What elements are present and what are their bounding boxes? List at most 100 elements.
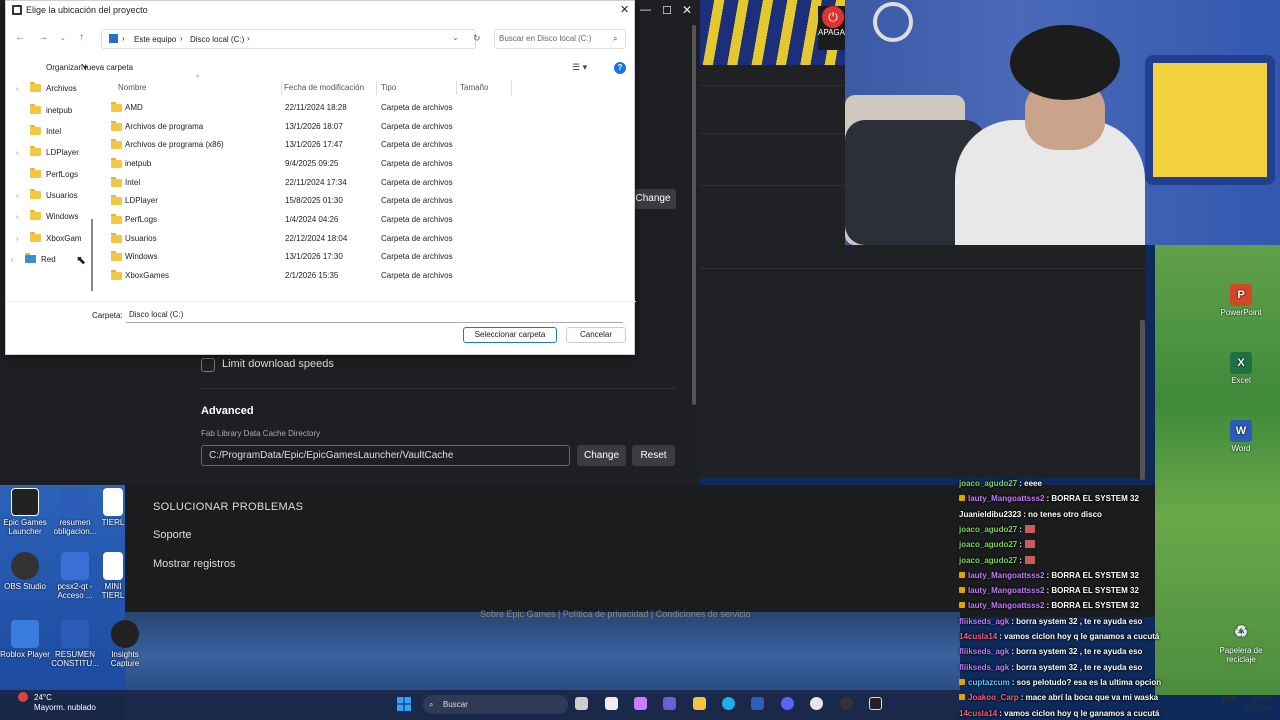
- weather-widget[interactable]: 24°C Mayorm. nublado: [18, 693, 96, 713]
- desktop-icon-obs[interactable]: OBS Studio: [0, 552, 50, 591]
- column-header-date[interactable]: Fecha de modificación: [284, 83, 364, 92]
- maximize-icon[interactable]: ☐: [662, 4, 672, 17]
- cancel-button[interactable]: Cancelar: [566, 327, 626, 343]
- file-row[interactable]: AMD 22/11/2024 18:28 Carpeta de archivos: [111, 99, 521, 117]
- chat-username[interactable]: joaco_agudo27: [959, 556, 1017, 565]
- desktop-icon-mini-tierl[interactable]: MINI TIERL: [100, 552, 126, 600]
- change-button-top[interactable]: Change: [630, 189, 676, 209]
- address-separator: ›: [180, 34, 183, 43]
- desktop-icon-epic[interactable]: Epic Games Launcher: [0, 488, 50, 536]
- file-row[interactable]: Archivos de programa (x86) 13/1/2026 17:4…: [111, 136, 521, 154]
- tree-item-usuarios[interactable]: › Usuarios: [16, 189, 78, 200]
- tree-item-network[interactable]: › Red: [11, 253, 56, 264]
- chat-username[interactable]: fliikseds_agk: [959, 647, 1009, 656]
- help-icon[interactable]: ?: [614, 62, 626, 74]
- chrome-icon[interactable]: [810, 697, 823, 710]
- teams-icon[interactable]: [663, 697, 676, 710]
- chevron-down-icon[interactable]: ⌄: [60, 34, 66, 42]
- discord-icon[interactable]: [781, 697, 794, 710]
- column-header-size[interactable]: Tamaño: [460, 83, 488, 92]
- nav-pane-splitter[interactable]: [91, 219, 93, 291]
- desktop-icon-word[interactable]: W Word: [1211, 420, 1271, 453]
- file-row[interactable]: inetpub 9/4/2025 09:25 Carpeta de archivos: [111, 155, 521, 173]
- chat-username[interactable]: 14cusla14: [959, 632, 997, 641]
- tree-item-archivos[interactable]: › Archivos: [16, 82, 77, 93]
- epic-scrollbar[interactable]: [692, 25, 696, 405]
- file-row[interactable]: Windows 13/1/2026 17:30 Carpeta de archivo…: [111, 248, 521, 266]
- new-folder-button[interactable]: Nueva carpeta: [81, 63, 133, 72]
- tree-item-windows[interactable]: › Windows: [16, 210, 78, 221]
- limit-download-checkbox[interactable]: [201, 358, 215, 372]
- desktop-icon-insights[interactable]: Insights Capture: [100, 620, 150, 668]
- chat-username[interactable]: joaco_agudo27: [959, 525, 1017, 534]
- task-view-icon[interactable]: [575, 697, 588, 710]
- file-row[interactable]: Archivos de programa 13/1/2026 18:07 Carpe…: [111, 118, 521, 136]
- support-link[interactable]: Soporte: [153, 529, 192, 541]
- desktop-icon-excel[interactable]: X Excel: [1211, 352, 1271, 385]
- tree-item-xboxgames[interactable]: › XboxGam: [16, 232, 82, 243]
- address-dropdown-icon[interactable]: ⌄: [452, 33, 459, 42]
- chat-username[interactable]: joaco_agudo27: [959, 479, 1017, 488]
- breadcrumb-this-pc[interactable]: Este equipo: [134, 35, 176, 44]
- edge-icon[interactable]: [722, 697, 735, 710]
- column-header-type[interactable]: Tipo: [381, 83, 396, 92]
- store-icon[interactable]: [751, 697, 764, 710]
- file-row[interactable]: Intel 22/11/2024 17:34 Carpeta de archivos: [111, 174, 521, 192]
- cache-dir-input[interactable]: C:/ProgramData/Epic/EpicGamesLauncher/Va…: [201, 445, 570, 466]
- chat-username[interactable]: Joakoo_Carp: [968, 693, 1019, 702]
- desktop-icon-resumen[interactable]: resumen obligacion...: [50, 488, 100, 536]
- select-folder-button[interactable]: Seleccionar carpeta: [463, 327, 557, 343]
- tree-item-ldplayer[interactable]: › LDPlayer: [16, 146, 79, 157]
- windows-start-icon[interactable]: [397, 697, 411, 711]
- desktop-icon-recycle-bin[interactable]: ♻ Papelera de reciclaje: [1211, 622, 1271, 664]
- tree-item-inetpub[interactable]: inetpub: [16, 104, 72, 115]
- chat-username[interactable]: 14cusla14: [959, 709, 997, 718]
- address-bar[interactable]: › Este equipo › Disco local (C:) › ⌄ ↻: [101, 29, 481, 49]
- chat-username[interactable]: joaco_agudo27: [959, 540, 1017, 549]
- chat-username[interactable]: lauty_Mangoattsss2: [968, 494, 1044, 503]
- breadcrumb-local-disk[interactable]: Disco local (C:): [190, 35, 244, 44]
- folder-field-input[interactable]: Disco local (C:): [126, 308, 623, 323]
- chat-username[interactable]: lauty_Mangoattsss2: [968, 601, 1044, 610]
- system-tray[interactable]: ESP 00:26 14/1/2026: [1160, 690, 1280, 720]
- desktop-icon-tierl[interactable]: TIERL: [100, 488, 126, 527]
- desktop-icon-resumen-constitu[interactable]: RESUMEN CONSTITU...: [50, 620, 100, 668]
- desktop-icon-powerpoint[interactable]: P PowerPoint: [1211, 284, 1271, 317]
- file-explorer-icon[interactable]: [693, 697, 706, 710]
- network-icon: [25, 253, 36, 263]
- forward-icon[interactable]: →: [38, 32, 48, 43]
- copilot-icon[interactable]: [634, 697, 647, 710]
- close-icon[interactable]: ✕: [620, 3, 629, 16]
- chat-username[interactable]: fliikseds_agk: [959, 663, 1009, 672]
- chat-username[interactable]: Juanieldibu2323: [959, 510, 1021, 519]
- desktop-icon-pcsx2[interactable]: pcsx2-qt - Acceso ...: [50, 552, 100, 600]
- up-icon[interactable]: ↑: [79, 32, 84, 43]
- refresh-icon[interactable]: ↻: [473, 33, 481, 44]
- view-options-icon[interactable]: ☰ ▾: [572, 62, 587, 73]
- search-input[interactable]: Buscar en Disco local (C:) ⌕: [494, 29, 626, 49]
- obs-taskbar-icon[interactable]: [840, 697, 853, 710]
- widgets-icon[interactable]: [605, 697, 618, 710]
- column-header-name[interactable]: Nombre: [118, 83, 146, 92]
- tree-item-intel[interactable]: Intel: [16, 125, 61, 136]
- tree-item-perflogs[interactable]: PerfLogs: [16, 168, 78, 179]
- footer-links[interactable]: Sobre Epic Games | Política de privacida…: [480, 609, 751, 619]
- chat-username[interactable]: lauty_Mangoattsss2: [968, 571, 1044, 580]
- chat-username[interactable]: fliikseds_agk: [959, 617, 1009, 626]
- file-row[interactable]: LDPlayer 15/8/2025 01:30 Carpeta de archiv…: [111, 192, 521, 210]
- minimize-icon[interactable]: —: [640, 4, 651, 16]
- chat-username[interactable]: cuptazcum: [968, 678, 1010, 687]
- taskbar-search[interactable]: ⌕ Buscar: [423, 695, 568, 714]
- show-logs-link[interactable]: Mostrar registros: [153, 558, 236, 570]
- file-row[interactable]: PerfLogs 1/4/2024 04:26 Carpeta de archivo…: [111, 211, 521, 229]
- close-window-icon[interactable]: ✕: [682, 3, 692, 17]
- desktop-icon-roblox[interactable]: Roblox Player: [0, 620, 50, 659]
- chat-username[interactable]: lauty_Mangoattsss2: [968, 586, 1044, 595]
- back-icon[interactable]: ←: [15, 32, 25, 43]
- reset-button[interactable]: Reset: [632, 445, 675, 466]
- file-row[interactable]: Usuarios 22/12/2024 18:04 Carpeta de archi…: [111, 230, 521, 248]
- scrollbar[interactable]: [1140, 320, 1145, 480]
- file-row[interactable]: XboxGames 2/1/2026 15:35 Carpeta de archiv…: [111, 267, 521, 285]
- change-button[interactable]: Change: [577, 445, 626, 466]
- epic-taskbar-icon[interactable]: [869, 697, 882, 710]
